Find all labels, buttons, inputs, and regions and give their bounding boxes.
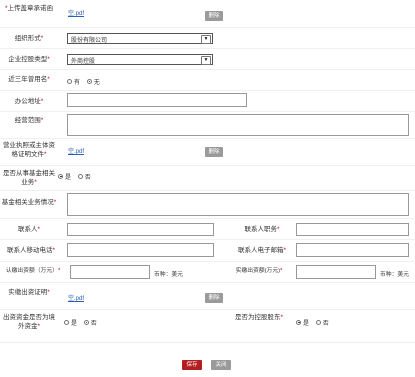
- row-org-form: 组织形式* 股份有限公司 ▼: [0, 28, 415, 49]
- license-delete-button[interactable]: 删除: [205, 147, 223, 157]
- license-file-link[interactable]: 空.pdf: [68, 146, 84, 155]
- row-used-name: 近三年曾用名* 有 无: [0, 70, 415, 91]
- capital-input[interactable]: [70, 265, 150, 279]
- fund-business-option-no[interactable]: 否: [77, 173, 91, 181]
- radio-checked-icon: [58, 173, 63, 179]
- row-ownership: 企业控股类型* 外商控股 ▼: [0, 49, 415, 70]
- fund-business-option-yes[interactable]: 是: [58, 173, 71, 181]
- row-fund-description: 基金相关业务情况*: [0, 191, 415, 219]
- office-address-input[interactable]: [67, 93, 247, 107]
- business-scope-textarea[interactable]: [67, 114, 409, 136]
- radio-checked-icon: [296, 319, 301, 325]
- phone-label: 联系人移动电话*: [6, 247, 56, 254]
- fund-business-label: 是否从事基金相关业务*: [3, 170, 55, 186]
- contact-label: 联系人*: [17, 226, 41, 233]
- org-form-label: 组织形式*: [14, 35, 44, 42]
- holding-option-yes[interactable]: 是: [296, 319, 309, 327]
- paid-capital-input[interactable]: [296, 265, 376, 279]
- radio-icon: [64, 319, 69, 325]
- overseas-label: 出资资金是否为境外资金*: [3, 314, 55, 330]
- used-name-label: 近三年曾用名*: [8, 76, 50, 83]
- close-button[interactable]: 关闭: [211, 360, 231, 370]
- paid-proof-delete-button[interactable]: 删除: [205, 293, 223, 303]
- row-office-address: 办公地址*: [0, 91, 415, 112]
- row-capital: 认缴出资额（万元）* 币种：美元 实缴出资额(万元)* 币种：美元: [0, 262, 415, 283]
- row-contact: 联系人* 联系人职务*: [0, 219, 415, 240]
- form-page: *上传盖章承诺函 空.pdf 删除 组织形式* 股份有限公司 ▼ 企业控股类型*…: [0, 0, 415, 377]
- row-seal-upload: *上传盖章承诺函 空.pdf 删除: [0, 0, 415, 28]
- radio-checked-icon: [83, 319, 89, 325]
- phone-input[interactable]: [67, 243, 214, 257]
- overseas-option-no[interactable]: 否: [83, 319, 97, 327]
- row-fund-business: 是否从事基金相关业务* 是 否: [0, 166, 415, 191]
- save-button[interactable]: 保存: [182, 360, 202, 370]
- chevron-down-icon: ▼: [201, 56, 211, 65]
- chevron-down-icon: ▼: [201, 35, 211, 44]
- contact-role-input[interactable]: [296, 223, 409, 236]
- paid-capital-currency: 币种：美元: [380, 272, 409, 278]
- paid-proof-label: 实缴出资证明*: [8, 289, 50, 296]
- org-form-select[interactable]: 股份有限公司 ▼: [67, 33, 213, 44]
- radio-icon: [67, 78, 72, 84]
- capital-currency: 币种：美元: [154, 272, 183, 278]
- radio-checked-icon: [86, 78, 92, 84]
- radio-icon: [77, 173, 83, 179]
- row-license: 营业执照或主体资格证明文件* 空.pdf 删除: [0, 139, 415, 166]
- row-overseas: 出资资金是否为境外资金* 是 否 是否为控股股东* 是 否: [0, 310, 415, 343]
- row-paid-proof: 实缴出资证明* 空.pdf 删除: [0, 283, 415, 310]
- email-label: 联系人电子邮箱*: [237, 247, 287, 254]
- radio-icon: [315, 319, 321, 325]
- used-name-option-yes[interactable]: 有: [67, 78, 80, 86]
- overseas-option-yes[interactable]: 是: [64, 319, 77, 327]
- business-scope-label: 经营范围*: [14, 117, 44, 124]
- contact-input[interactable]: [67, 223, 214, 236]
- fund-description-textarea[interactable]: [67, 193, 409, 216]
- fund-description-label: 基金相关业务情况*: [1, 199, 57, 206]
- ownership-select[interactable]: 外商控股 ▼: [67, 54, 213, 65]
- ownership-label: 企业控股类型*: [8, 56, 50, 63]
- paid-capital-label: 实缴出资额(万元)*: [235, 268, 283, 274]
- seal-delete-button[interactable]: 删除: [205, 11, 223, 21]
- office-address-label: 办公地址*: [14, 98, 44, 105]
- overseas-radio-group: 是 否: [64, 318, 102, 327]
- used-name-radio-group: 有 无: [67, 77, 105, 86]
- capital-label: 认缴出资额（万元）*: [5, 268, 61, 274]
- contact-role-label: 联系人职务*: [244, 226, 280, 233]
- row-business-scope: 经营范围*: [0, 112, 415, 139]
- row-phone: 联系人移动电话* 联系人电子邮箱*: [0, 240, 415, 262]
- fund-business-radio-group: 是 否: [58, 172, 96, 181]
- used-name-option-no[interactable]: 无: [86, 78, 100, 86]
- license-label: 营业执照或主体资格证明文件*: [3, 142, 55, 158]
- seal-file-link[interactable]: 空.pdf: [68, 8, 84, 17]
- seal-upload-label: *上传盖章承诺函: [4, 5, 54, 12]
- paid-proof-file-link[interactable]: 空.pdf: [68, 293, 84, 302]
- holding-label: 是否为控股股东*: [234, 314, 284, 321]
- holding-radio-group: 是 否: [296, 318, 334, 327]
- holding-option-no[interactable]: 否: [315, 319, 329, 327]
- email-input[interactable]: [296, 243, 409, 257]
